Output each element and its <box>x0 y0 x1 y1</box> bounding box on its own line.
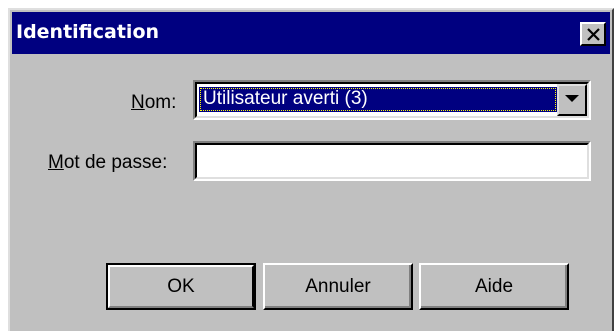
close-icon <box>587 28 600 41</box>
nom-label-accelerator: N <box>131 92 145 113</box>
nom-value-text: Utilisateur averti (3) <box>203 88 368 109</box>
password-input[interactable] <box>201 148 581 174</box>
ok-button-label: OK <box>167 276 195 297</box>
password-field-frame <box>195 143 589 179</box>
ok-button[interactable]: OK <box>106 263 256 310</box>
identification-dialog: Identification Nom: Utilisateur averti (… <box>8 8 614 331</box>
password-label-accelerator: M <box>48 152 64 173</box>
password-label: Mot de passe: <box>48 152 167 174</box>
password-field[interactable] <box>193 141 591 181</box>
title-bar[interactable]: Identification <box>12 12 610 54</box>
nom-label-text: om: <box>144 92 177 113</box>
cancel-button[interactable]: Annuler <box>263 263 413 310</box>
help-button[interactable]: Aide <box>419 263 569 310</box>
cancel-button-label: Annuler <box>305 276 371 297</box>
nom-label: Nom: <box>131 92 176 114</box>
dialog-title: Identification <box>16 21 160 43</box>
nom-selected-value[interactable]: Utilisateur averti (3) <box>199 87 557 112</box>
password-label-text: ot de passe: <box>63 152 168 173</box>
help-button-label: Aide <box>474 276 514 297</box>
chevron-down-icon <box>565 95 579 102</box>
nom-combobox-frame: Utilisateur averti (3) <box>195 82 589 118</box>
nom-combobox[interactable]: Utilisateur averti (3) <box>193 80 591 120</box>
nom-dropdown-button[interactable] <box>557 84 587 116</box>
close-button[interactable] <box>580 22 606 46</box>
